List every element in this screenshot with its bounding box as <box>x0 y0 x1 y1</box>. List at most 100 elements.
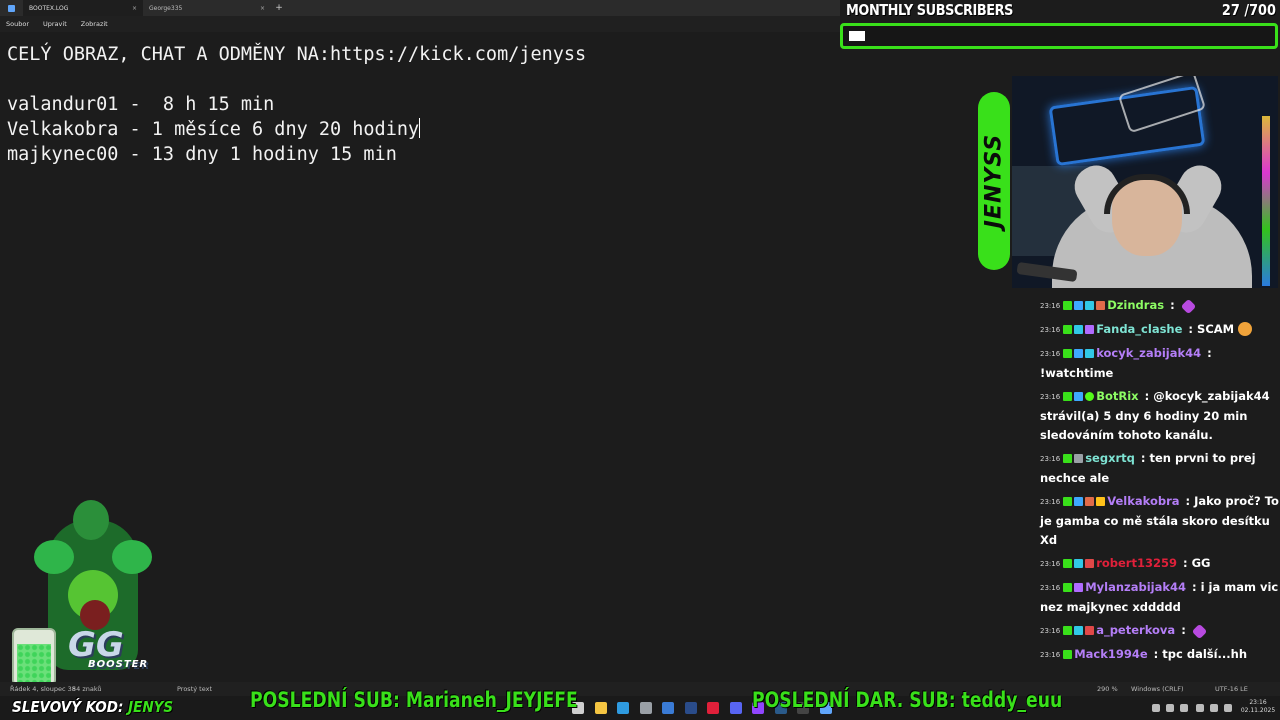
chat-username[interactable]: Mack1994e <box>1074 647 1147 661</box>
chat-timestamp: 23:16 <box>1040 627 1061 635</box>
taskbar: 23:16 02.11.2025 <box>0 696 1280 720</box>
chat-timestamp: 23:16 <box>1040 560 1061 568</box>
edge-icon[interactable] <box>617 702 629 714</box>
chat-username[interactable]: BotRix <box>1096 389 1138 403</box>
menu-file[interactable]: Soubor <box>6 20 29 28</box>
mascot-head <box>73 500 109 540</box>
tab-bootex-log[interactable]: BOOTEX.LOG × <box>23 0 143 16</box>
chat-timestamp: 23:16 <box>1040 326 1061 334</box>
chat-username[interactable]: segxrtq <box>1085 451 1135 465</box>
chat-timestamp: 23:16 <box>1040 651 1061 659</box>
chat-timestamp: 23:16 <box>1040 393 1061 401</box>
kick-badge-icon <box>1063 301 1073 310</box>
chat-username[interactable]: robert13259 <box>1096 556 1177 570</box>
chat-username[interactable]: a_peterkova <box>1096 623 1175 637</box>
status-encoding[interactable]: UTF-16 LE <box>1215 685 1248 693</box>
screen: BOOTEX.LOG × George335 × + Soubor Upravi… <box>0 0 1280 720</box>
chat-timestamp: 23:16 <box>1040 302 1061 310</box>
cube-badge-icon <box>1074 626 1084 635</box>
kick-badge-icon <box>1063 650 1073 659</box>
kick-badge-icon <box>1063 559 1073 568</box>
tray-chevron-icon[interactable] <box>1152 704 1160 712</box>
kick-badge-icon <box>1063 349 1073 358</box>
tray-volume-icon[interactable] <box>1210 704 1218 712</box>
chat-timestamp: 23:16 <box>1040 455 1061 463</box>
last-sub-banner: POSLEDNÍ SUB: Marianeh_JEYJEFE <box>250 688 578 712</box>
kick-badge-icon <box>1063 325 1073 334</box>
webcam-rgb-strip <box>1262 116 1270 286</box>
kick-badge-icon <box>1063 497 1073 506</box>
subscribers-title: MONTHLY SUBSCRIBERS <box>846 1 1014 19</box>
editor-line-text: Velkakobra - 1 měsíce 6 dny 20 hodiny <box>7 119 420 140</box>
menu-view[interactable]: Zobrazit <box>81 20 108 28</box>
menu-edit[interactable]: Upravit <box>43 20 67 28</box>
chat-message: 23:16 robert13259 : GG <box>1040 556 1211 570</box>
chat-username[interactable]: Velkakobra <box>1107 494 1179 508</box>
subscribers-progress-bar <box>840 23 1278 49</box>
settings-icon[interactable] <box>639 702 652 714</box>
editor-line: majkynec00 - 13 dny 1 hodiny 15 min <box>7 144 397 165</box>
discount-code: JENYS <box>128 698 174 716</box>
chat-text: ten prvni to prej nechce ale <box>1040 451 1256 485</box>
new-tab-button[interactable]: + <box>271 3 287 13</box>
headset-icon <box>1104 174 1190 214</box>
chat-username[interactable]: Fanda_clashe <box>1096 322 1182 336</box>
cube-badge-icon <box>1074 325 1084 334</box>
status-line-ending[interactable]: Windows (CRLF) <box>1131 685 1184 693</box>
tab-george335[interactable]: George335 × <box>143 0 271 16</box>
tray-battery-icon[interactable] <box>1224 704 1232 712</box>
tab-close-icon[interactable]: × <box>260 5 265 12</box>
tab-bar: BOOTEX.LOG × George335 × + <box>0 0 840 16</box>
webcam-feed <box>1012 76 1278 288</box>
verified-badge-icon <box>1085 392 1095 401</box>
editor-line: CELÝ OBRAZ, CHAT A ODMĚNY NA:https://kic… <box>7 44 587 65</box>
chat-text: SCAM <box>1197 322 1235 336</box>
tab-close-icon[interactable]: × <box>132 5 137 12</box>
brand-logo-text: JENYSS <box>981 133 1007 229</box>
subscribers-current: 27 <box>1221 1 1240 19</box>
taskbar-clock[interactable]: 23:16 02.11.2025 <box>1240 699 1276 715</box>
mail-icon[interactable] <box>662 702 674 714</box>
subscriber-badge-icon <box>1074 301 1084 310</box>
explorer-icon[interactable] <box>594 702 607 714</box>
gifter-badge-icon <box>1085 497 1095 506</box>
chat-timestamp: 23:16 <box>1040 584 1061 592</box>
kick-badge-icon <box>1063 392 1073 401</box>
booster-logo: GG BOOSTER <box>68 625 158 675</box>
discord-icon[interactable] <box>729 702 742 714</box>
last-gift-sub-banner: POSLEDNÍ DAR. SUB: teddy_euu <box>752 688 1063 712</box>
opera-icon[interactable] <box>707 702 719 714</box>
menu-bar: Soubor Upravit Zobrazit <box>0 16 840 32</box>
status-chars: 54 znaků <box>72 685 102 693</box>
tray-wifi-icon[interactable] <box>1196 704 1204 712</box>
chat-panel: 23:16 Dzindras : 23:16 Fanda_clashe : SCAM… <box>1040 296 1280 669</box>
heart-emote-icon <box>1191 623 1208 640</box>
exclamation-badge-icon <box>1074 583 1084 592</box>
moderator-badge-icon <box>1074 454 1084 463</box>
chat-message: 23:16 Mylanzabijak44 : i ja mam vic nez m… <box>1040 580 1279 614</box>
chat-username[interactable]: kocyk_zabijak44 <box>1096 346 1201 360</box>
chat-username[interactable]: Mylanzabijak44 <box>1085 580 1186 594</box>
subscribers-goal: 700 <box>1249 1 1276 19</box>
chat-timestamp: 23:16 <box>1040 350 1061 358</box>
gifter-badge-icon <box>1096 301 1106 310</box>
chat-message: 23:16 Dzindras : <box>1040 296 1280 316</box>
heart-emote-icon <box>1180 298 1196 315</box>
mascot-shoulder <box>112 540 152 574</box>
chat-username[interactable]: Dzindras <box>1107 298 1164 312</box>
status-zoom[interactable]: 290 % <box>1097 685 1118 693</box>
chat-message: 23:16 Fanda_clashe : SCAM <box>1040 320 1280 340</box>
tray-network-icon[interactable] <box>1166 704 1174 712</box>
mascot-shoulder <box>34 540 74 574</box>
cube-badge-icon <box>1085 301 1095 310</box>
brand-banner: JENYSS <box>978 92 1010 270</box>
cube-badge-icon <box>1085 349 1095 358</box>
tray-app-icon[interactable] <box>1180 704 1188 712</box>
og-badge-icon <box>1085 559 1095 568</box>
notepad-app-icon <box>8 4 15 12</box>
editor-line: valandur01 - 8 h 15 min <box>7 94 275 115</box>
chat-text: !watchtime <box>1040 366 1114 380</box>
subscribers-progress-fill <box>849 31 865 41</box>
media-icon[interactable] <box>684 702 697 714</box>
clock-date: 02.11.2025 <box>1240 707 1276 714</box>
